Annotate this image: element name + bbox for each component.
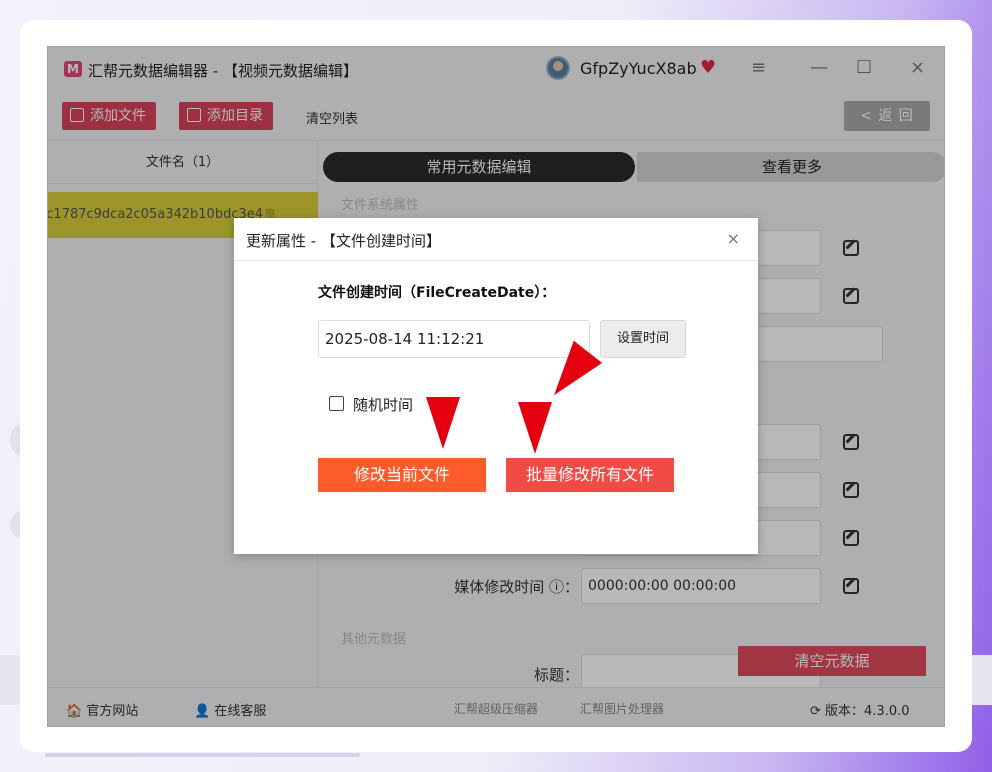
update-attribute-dialog: 更新属性 - 【文件创建时间】 × 文件创建时间（FileCreateDate）… — [234, 218, 758, 554]
background-line — [45, 753, 360, 757]
random-time-checkbox[interactable] — [329, 396, 344, 411]
annotation-arrow-down — [518, 402, 552, 454]
datetime-input[interactable]: 2025-08-14 11:12:21 — [318, 320, 590, 358]
dialog-divider — [234, 260, 758, 261]
modify-current-file-button[interactable]: 修改当前文件 — [318, 458, 486, 492]
dialog-title: 更新属性 - 【文件创建时间】 — [246, 232, 441, 250]
dialog-close-icon[interactable]: × — [727, 229, 740, 248]
set-time-button[interactable]: 设置时间 — [600, 320, 686, 358]
annotation-arrow-down — [426, 397, 460, 449]
random-time-label: 随机时间 — [353, 396, 414, 414]
batch-modify-all-files-button[interactable]: 批量修改所有文件 — [506, 458, 674, 492]
file-create-date-heading: 文件创建时间（FileCreateDate）： — [318, 285, 556, 301]
